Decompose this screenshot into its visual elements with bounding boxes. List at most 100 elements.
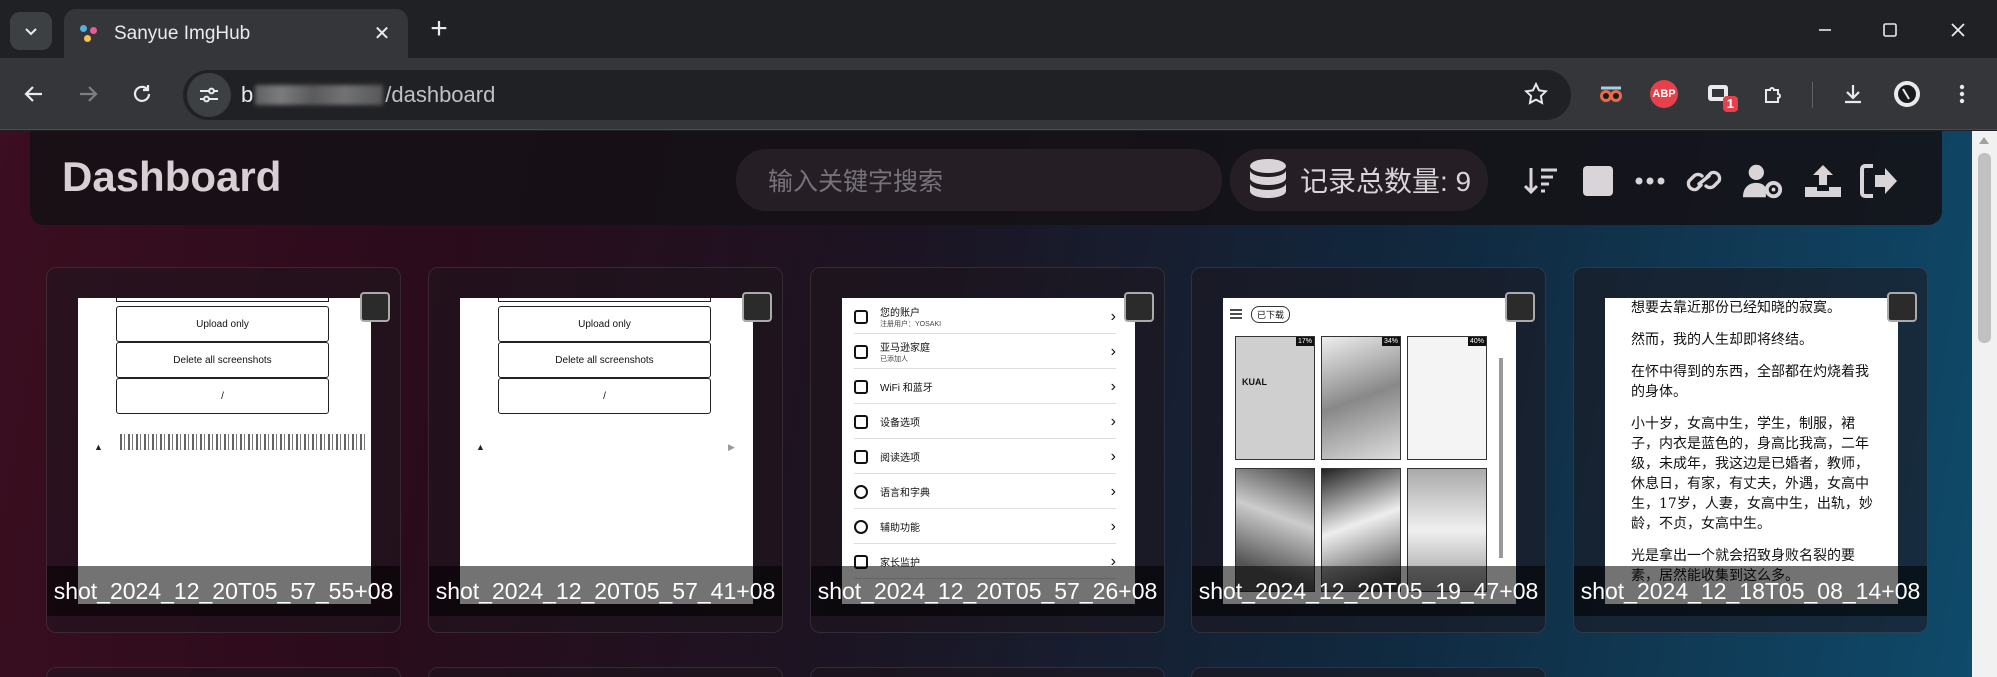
settings-row: WiFi 和蓝牙 ›	[854, 370, 1116, 404]
toolbar-divider	[1812, 82, 1813, 108]
image-card[interactable]	[1191, 667, 1546, 677]
page-scrollbar[interactable]	[1972, 131, 1997, 677]
close-window-button[interactable]	[1938, 14, 1978, 46]
thumb-slash-button: /	[498, 378, 711, 414]
url-prefix: b	[241, 82, 254, 107]
settings-row: 您的账户 注册用户：YOSAKI ›	[854, 300, 1116, 334]
scrollbar-thumb[interactable]	[1978, 153, 1991, 343]
image-card[interactable]	[810, 667, 1165, 677]
globe-icon	[854, 484, 868, 499]
reload-icon	[133, 85, 151, 102]
select-all-checkbox[interactable]	[1577, 160, 1619, 202]
select-checkbox[interactable]	[360, 292, 390, 322]
user-settings-icon[interactable]	[1742, 160, 1784, 202]
image-card[interactable]: 想要去靠近那份已经知晓的寂寞。 然而，我的人生却即将终结。 在怀中得到的东西，全…	[1573, 267, 1928, 633]
extensions-puzzle-icon[interactable]	[1756, 76, 1792, 112]
arrow-left-icon	[24, 86, 42, 102]
device-icon	[854, 414, 868, 429]
image-card[interactable]	[46, 667, 401, 677]
link-icon[interactable]	[1683, 160, 1725, 202]
adblock-plus-icon[interactable]: ABP	[1646, 76, 1682, 112]
image-card[interactable]: 已下载 KUAL 17% 34% 40% shot_2024_12_20T05_…	[1191, 267, 1546, 633]
kindle-filter-chip: 已下载	[1251, 306, 1291, 323]
extension-badge-count: 1	[1722, 96, 1738, 112]
chevron-right-icon: ›	[1110, 517, 1116, 535]
reload-button[interactable]	[124, 76, 160, 112]
sort-icon[interactable]	[1520, 160, 1562, 202]
address-bar[interactable]: b /dashboard	[183, 70, 1571, 120]
select-checkbox[interactable]	[742, 292, 772, 322]
settings-row: 语言和字典 ›	[854, 475, 1116, 509]
record-count-label: 记录总数量: 9	[1300, 166, 1472, 197]
reading-icon	[854, 449, 868, 464]
search-input[interactable]: 输入关键字搜索	[736, 149, 1222, 211]
tab-close-icon[interactable]: ✕	[370, 21, 394, 46]
novel-text: 想要去靠近那份已经知晓的寂寞。 然而，我的人生却即将终结。 在怀中得到的东西，全…	[1631, 300, 1873, 584]
thumb-play-icon: ▶	[728, 442, 735, 452]
select-checkbox[interactable]	[1505, 292, 1535, 322]
new-tab-button[interactable]: +	[424, 14, 454, 44]
chevron-right-icon: ›	[1110, 412, 1116, 430]
image-card[interactable]	[428, 667, 783, 677]
select-checkbox[interactable]	[1124, 292, 1154, 322]
image-caption: shot_2024_12_20T05_19_47+08	[1192, 566, 1545, 616]
image-thumbnail[interactable]: Upload only Delete all screenshots / ▲	[78, 298, 371, 604]
image-card[interactable]: Upload only Delete all screenshots / ▲ ▶…	[428, 267, 783, 633]
chevron-down-icon	[25, 28, 37, 36]
image-caption: shot_2024_12_20T05_57_55+08	[47, 566, 400, 616]
image-thumbnail[interactable]: 已下载 KUAL 17% 34% 40%	[1223, 298, 1516, 604]
page-viewport: Dashboard 输入关键字搜索 记录总数量: 9 Upload only D…	[0, 131, 1972, 677]
chevron-right-icon: ›	[1110, 377, 1116, 395]
settings-row: 辅助功能 ›	[854, 510, 1116, 544]
image-thumbnail[interactable]: 您的账户 注册用户：YOSAKI › 亚马逊家庭 已添加人 › WiFi 和蓝牙 › 设备…	[842, 298, 1135, 604]
arrow-right-icon	[80, 86, 98, 102]
url-text: b /dashboard	[241, 82, 495, 108]
tab-title: Sanyue ImgHub	[114, 22, 251, 44]
image-card[interactable]: 您的账户 注册用户：YOSAKI › 亚马逊家庭 已添加人 › WiFi 和蓝牙 › 设备…	[810, 267, 1165, 633]
back-button[interactable]	[16, 76, 52, 112]
database-icon	[1250, 159, 1286, 198]
record-count: 记录总数量: 9	[1230, 149, 1488, 211]
dashboard-header: Dashboard 输入关键字搜索 记录总数量: 9	[30, 131, 1942, 225]
image-thumbnail[interactable]: Upload only Delete all screenshots / ▲ ▶	[460, 298, 753, 604]
logout-icon[interactable]	[1858, 160, 1900, 202]
tab-search-button[interactable]	[10, 12, 52, 50]
tab-active[interactable]: Sanyue ImgHub ✕	[64, 9, 408, 58]
extension-badge-icon[interactable]: 1	[1700, 76, 1738, 112]
favicon-icon	[78, 23, 100, 45]
minimize-button[interactable]	[1805, 14, 1845, 46]
more-icon[interactable]	[1629, 160, 1671, 202]
site-settings-icon[interactable]	[187, 73, 231, 117]
wifi-icon	[854, 379, 868, 394]
browser-toolbar: b /dashboard ABP 1	[0, 58, 1997, 130]
blurred-domain	[255, 85, 384, 105]
accessibility-icon	[854, 519, 868, 534]
thumb-garbled-text	[120, 434, 368, 450]
browser-menu-icon[interactable]	[1944, 76, 1980, 112]
forward-button[interactable]	[70, 76, 106, 112]
tab-strip: Sanyue ImgHub ✕ +	[0, 0, 1997, 58]
thumb-upload-button: Upload only	[116, 306, 329, 342]
thumb-triangle-icon: ▲	[476, 442, 485, 452]
maximize-icon	[1883, 23, 1897, 37]
bookmark-star-icon[interactable]	[1523, 81, 1549, 112]
chevron-right-icon: ›	[1110, 447, 1116, 465]
kindle-scrollbar	[1499, 358, 1503, 558]
chevron-right-icon: ›	[1110, 482, 1116, 500]
thumb-delete-button: Delete all screenshots	[498, 342, 711, 378]
image-thumbnail[interactable]: 想要去靠近那份已经知晓的寂寞。 然而，我的人生却即将终结。 在怀中得到的东西，全…	[1605, 298, 1898, 604]
extension-glasses-icon[interactable]	[1593, 76, 1629, 112]
kindle-book-cover: 34%	[1321, 336, 1401, 460]
profile-avatar-icon[interactable]	[1889, 76, 1925, 112]
upload-icon[interactable]	[1802, 160, 1844, 202]
close-icon	[1951, 23, 1965, 37]
image-caption: shot_2024_12_20T05_57_41+08	[429, 566, 782, 616]
thumb-slash-button: /	[116, 378, 329, 414]
download-icon[interactable]	[1835, 76, 1871, 112]
chevron-right-icon: ›	[1110, 342, 1116, 360]
scroll-up-arrow-icon[interactable]	[1979, 137, 1989, 144]
select-checkbox[interactable]	[1887, 292, 1917, 322]
maximize-button[interactable]	[1870, 14, 1910, 46]
thumb-upload-button: Upload only	[498, 306, 711, 342]
image-card[interactable]: Upload only Delete all screenshots / ▲ s…	[46, 267, 401, 633]
